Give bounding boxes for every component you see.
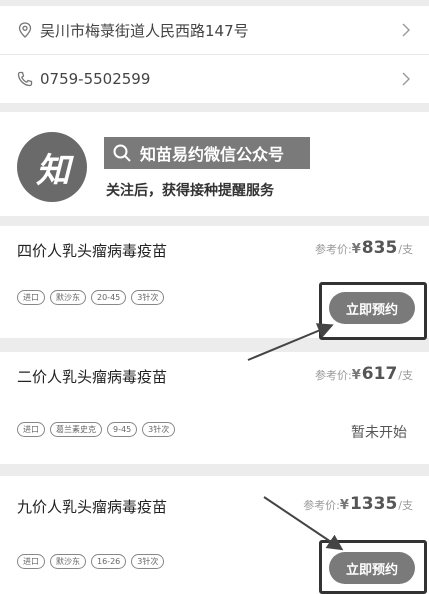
chevron-right-icon [402, 72, 410, 86]
location-icon [18, 22, 32, 38]
vaccine-card[interactable]: 九价人乳头瘤病毒疫苗 参考价: ¥ 1335 /支 进口 默沙东 16-26 3… [0, 476, 429, 594]
vaccine-name: 九价人乳头瘤病毒疫苗 [17, 498, 168, 516]
tag-manufacturer: 葛兰素史克 [50, 422, 102, 437]
vaccine-tags: 进口 默沙东 20-45 3针次 [17, 290, 165, 305]
book-now-button[interactable]: 立即预约 [329, 292, 415, 324]
search-icon [113, 144, 131, 162]
tag-doses: 3针次 [142, 422, 176, 437]
vaccine-tags: 进口 默沙东 16-26 3针次 [17, 554, 165, 569]
chevron-right-icon [402, 23, 410, 37]
wechat-promo-card[interactable]: 知 知苗易约微信公众号 关注后，获得接种提醒服务 [0, 112, 429, 216]
promo-subtitle: 关注后，获得接种提醒服务 [106, 183, 274, 199]
vaccine-card[interactable]: 四价人乳头瘤病毒疫苗 参考价: ¥ 835 /支 进口 默沙东 20-45 3针… [0, 226, 429, 340]
wechat-account-banner[interactable]: 知苗易约微信公众号 [104, 137, 310, 169]
tag-manufacturer: 默沙东 [50, 290, 86, 305]
phone-text: 0759-5502599 [40, 70, 151, 88]
vaccine-tags: 进口 葛兰素史克 9-45 3针次 [17, 422, 176, 437]
tag-doses: 3针次 [131, 554, 165, 569]
book-now-button[interactable]: 立即预约 [329, 552, 415, 584]
wechat-account-label: 知苗易约微信公众号 [140, 145, 285, 164]
address-row[interactable]: 吴川市梅菉街道人民西路147号 [0, 6, 429, 54]
vaccine-name: 二价人乳头瘤病毒疫苗 [17, 368, 168, 386]
tag-age-range: 16-26 [91, 554, 127, 569]
vaccine-price: 参考价: ¥ 835 /支 [315, 238, 413, 258]
phone-icon [17, 71, 33, 87]
tag-age-range: 20-45 [91, 290, 127, 305]
vaccine-card[interactable]: 二价人乳头瘤病毒疫苗 参考价: ¥ 617 /支 进口 葛兰素史克 9-45 3… [0, 352, 429, 464]
tag-origin: 进口 [17, 554, 45, 569]
vaccine-name: 四价人乳头瘤病毒疫苗 [17, 242, 168, 260]
tag-origin: 进口 [17, 422, 45, 437]
phone-row[interactable]: 0759-5502599 [0, 55, 429, 103]
tag-origin: 进口 [17, 290, 45, 305]
tag-age-range: 9-45 [107, 422, 138, 437]
not-started-status: 暂未开始 [351, 425, 407, 441]
address-text: 吴川市梅菉街道人民西路147号 [40, 21, 249, 40]
tag-doses: 3针次 [131, 290, 165, 305]
zhimiao-logo: 知 [17, 132, 87, 202]
vaccine-price: 参考价: ¥ 1335 /支 [303, 494, 413, 514]
tag-manufacturer: 默沙东 [50, 554, 86, 569]
vaccine-price: 参考价: ¥ 617 /支 [315, 364, 413, 384]
